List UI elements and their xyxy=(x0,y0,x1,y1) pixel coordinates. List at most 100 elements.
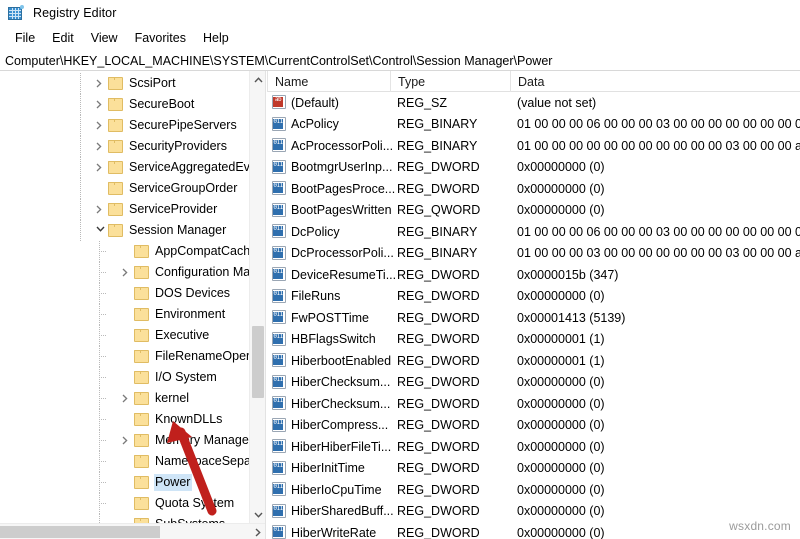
tree-item-power[interactable]: Power xyxy=(0,472,250,493)
tree-vertical-scrollbar[interactable] xyxy=(249,71,265,523)
tree-item-subsystems[interactable]: SubSystems xyxy=(0,514,250,523)
tree-item-securityproviders[interactable]: SecurityProviders xyxy=(0,136,250,157)
tree-item-serviceprovider[interactable]: ServiceProvider xyxy=(0,199,250,220)
tree-item-kernel[interactable]: kernel xyxy=(0,388,250,409)
chevron-down-icon[interactable] xyxy=(92,220,108,241)
chevron-right-icon[interactable] xyxy=(92,199,108,220)
menu-edit[interactable]: Edit xyxy=(44,29,83,47)
chevron-right-icon[interactable] xyxy=(118,388,134,409)
chevron-right-icon[interactable] xyxy=(92,94,108,115)
folder-icon xyxy=(134,392,149,405)
tree-item-configuration-manage[interactable]: Configuration Manage xyxy=(0,262,250,283)
value-row[interactable]: 011 DeviceResumeTi... REG_DWORD 0x0000015b … xyxy=(267,264,800,286)
value-row[interactable]: 011 HiberSharedBuff... REG_DWORD 0x00000000… xyxy=(267,501,800,523)
value-data: 0x00000000 (0) xyxy=(517,461,605,476)
binary-value-icon: 011 xyxy=(272,181,286,195)
value-name: FwPOSTTime xyxy=(291,310,370,325)
binary-value-icon: 011 xyxy=(272,417,286,432)
tree-item-executive[interactable]: Executive xyxy=(0,325,250,346)
binary-value-icon: 011 xyxy=(272,245,286,260)
menu-favorites[interactable]: Favorites xyxy=(127,29,195,47)
column-header-data[interactable]: Data xyxy=(510,71,800,92)
tree-item-namespaceseparation[interactable]: NamespaceSeparation xyxy=(0,451,250,472)
tree-item-servicegrouporder[interactable]: ServiceGroupOrder xyxy=(0,178,250,199)
registry-editor-icon xyxy=(8,5,24,21)
tree-hscrollbar-thumb[interactable] xyxy=(0,526,160,538)
binary-value-icon: 011 xyxy=(272,138,286,152)
chevron-right-icon[interactable] xyxy=(92,115,108,136)
folder-icon xyxy=(108,119,123,132)
value-type: REG_DWORD xyxy=(397,353,480,368)
tree-item-filerenameoperations[interactable]: FileRenameOperations xyxy=(0,346,250,367)
column-header-name[interactable]: Name xyxy=(267,71,390,92)
tree-guide-elbow xyxy=(99,461,106,462)
value-data: 0x00000001 (1) xyxy=(517,332,605,347)
tree-item-serviceaggregatedevents[interactable]: ServiceAggregatedEvents xyxy=(0,157,250,178)
menu-file[interactable]: File xyxy=(7,29,44,47)
value-data: 0x00000000 (0) xyxy=(517,203,605,218)
tree-item-label: kernel xyxy=(155,391,190,405)
tree-scroll-up-button[interactable] xyxy=(250,71,265,88)
registry-path: Computer\HKEY_LOCAL_MACHINE\SYSTEM\Curre… xyxy=(5,53,553,68)
tree-item-environment[interactable]: Environment xyxy=(0,304,250,325)
tree-guide-line xyxy=(80,73,81,94)
value-row[interactable]: 011 DcPolicy REG_BINARY 01 00 00 00 06 00 0… xyxy=(267,221,800,243)
folder-icon xyxy=(134,245,149,258)
value-row[interactable]: 011 HiberCompress... REG_DWORD 0x00000000 (… xyxy=(267,415,800,437)
menu-help[interactable]: Help xyxy=(195,29,238,47)
value-row[interactable]: 011 HiberbootEnabled REG_DWORD 0x00000001 (… xyxy=(267,350,800,372)
tree-scrollbar-thumb[interactable] xyxy=(252,326,264,398)
value-row[interactable]: 011 HBFlagsSwitch REG_DWORD 0x00000001 (1) xyxy=(267,329,800,351)
value-type: REG_DWORD xyxy=(397,439,480,454)
chevron-right-icon[interactable] xyxy=(92,157,108,178)
value-row[interactable]: 011 BootPagesProce... REG_DWORD 0x00000000 … xyxy=(267,178,800,200)
tree-item-secureboot[interactable]: SecureBoot xyxy=(0,94,250,115)
tree-item-i-o-system[interactable]: I/O System xyxy=(0,367,250,388)
tree-item-dos-devices[interactable]: DOS Devices xyxy=(0,283,250,304)
value-row[interactable]: 011 HiberInitTime REG_DWORD 0x00000000 (0) xyxy=(267,458,800,480)
tree-item-session-manager[interactable]: Session Manager xyxy=(0,220,250,241)
tree-item-scsiport[interactable]: ScsiPort xyxy=(0,73,250,94)
value-row[interactable]: 011 DcProcessorPoli... REG_BINARY 01 00 00 … xyxy=(267,243,800,265)
value-row[interactable]: 011 HiberWriteRate REG_DWORD 0x00000000 (0) xyxy=(267,522,800,539)
address-bar[interactable]: Computer\HKEY_LOCAL_MACHINE\SYSTEM\Curre… xyxy=(0,51,800,71)
value-row[interactable]: 011 HiberHiberFileTi... REG_DWORD 0x0000000… xyxy=(267,436,800,458)
folder-icon xyxy=(108,140,123,153)
value-row[interactable]: 011 HiberChecksum... REG_DWORD 0x00000000 (… xyxy=(267,393,800,415)
tree-expander-placeholder xyxy=(118,241,134,262)
tree-scroll-right-button[interactable] xyxy=(250,524,265,539)
value-row[interactable]: 011 AcProcessorPoli... REG_BINARY 01 00 00 … xyxy=(267,135,800,157)
value-row[interactable]: 011 HiberIoCpuTime REG_DWORD 0x00000000 (0) xyxy=(267,479,800,501)
column-header-type[interactable]: Type xyxy=(390,71,510,92)
chevron-right-icon[interactable] xyxy=(118,262,134,283)
tree-item-memory-management[interactable]: Memory Management xyxy=(0,430,250,451)
tree-scroll-down-button[interactable] xyxy=(250,506,265,523)
tree-horizontal-scrollbar[interactable] xyxy=(0,523,265,539)
value-row[interactable]: 011 FwPOSTTime REG_DWORD 0x00001413 (5139) xyxy=(267,307,800,329)
binary-value-icon: 011 xyxy=(272,331,286,346)
menu-bar: File Edit View Favorites Help xyxy=(0,26,800,50)
value-row[interactable]: 011 BootmgrUserInp... REG_DWORD 0x00000000 … xyxy=(267,157,800,179)
tree-item-label: KnownDLLs xyxy=(155,412,223,426)
chevron-right-icon[interactable] xyxy=(118,430,134,451)
main-content: ScsiPort SecureBoot SecurePipeServers Secur… xyxy=(0,71,800,539)
value-type: REG_DWORD xyxy=(397,160,480,175)
value-row[interactable]: 011 FileRuns REG_DWORD 0x00000000 (0) xyxy=(267,286,800,308)
value-data: 0x00000000 (0) xyxy=(517,160,605,175)
tree-item-label: Memory Management xyxy=(155,433,250,447)
value-row[interactable]: 011 AcPolicy REG_BINARY 01 00 00 00 06 00 0… xyxy=(267,114,800,136)
folder-icon xyxy=(134,413,149,426)
chevron-right-icon[interactable] xyxy=(92,136,108,157)
tree-item-securepipeservers[interactable]: SecurePipeServers xyxy=(0,115,250,136)
tree-item-knowndlls[interactable]: KnownDLLs xyxy=(0,409,250,430)
menu-view[interactable]: View xyxy=(83,29,127,47)
value-type: REG_DWORD xyxy=(397,482,480,497)
value-row[interactable]: ab (Default) REG_SZ (value not set) xyxy=(267,92,800,114)
folder-icon xyxy=(134,308,149,321)
tree-item-quota-system[interactable]: Quota System xyxy=(0,493,250,514)
value-row[interactable]: 011 BootPagesWritten REG_QWORD 0x00000000 (… xyxy=(267,200,800,222)
value-row[interactable]: 011 HiberChecksum... REG_DWORD 0x00000000 (… xyxy=(267,372,800,394)
chevron-right-icon[interactable] xyxy=(92,73,108,94)
value-type: REG_BINARY xyxy=(397,246,478,261)
tree-item-appcompatcache[interactable]: AppCompatCache xyxy=(0,241,250,262)
